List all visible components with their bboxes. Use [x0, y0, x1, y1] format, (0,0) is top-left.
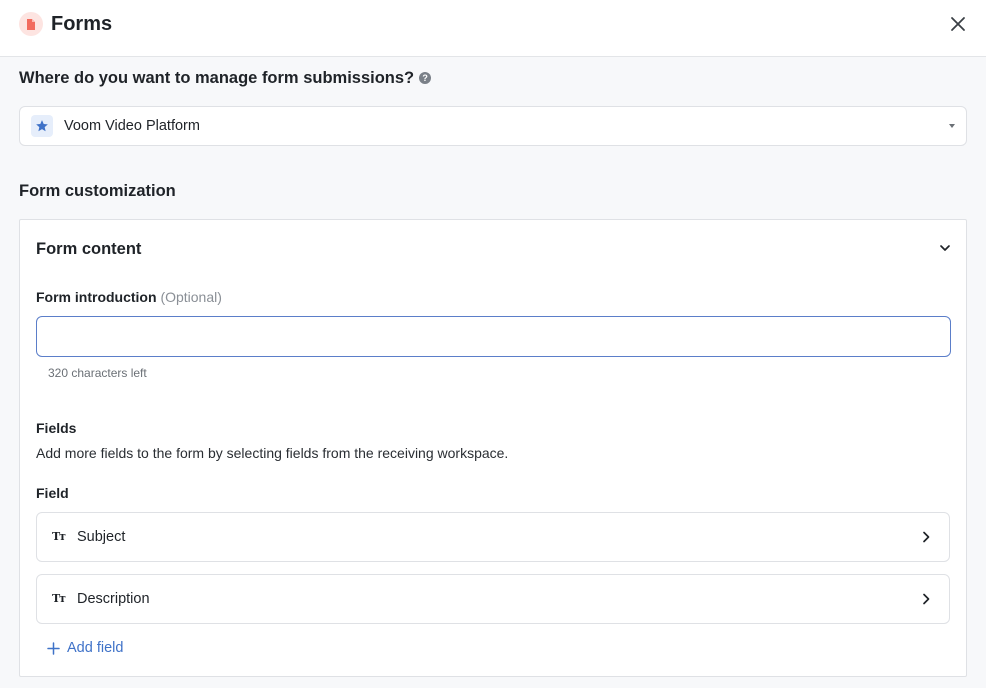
question-text: Where do you want to manage form submiss…: [19, 69, 415, 87]
text-type-icon: Tт: [52, 530, 66, 543]
text-type-icon: Tт: [52, 592, 66, 605]
close-icon[interactable]: [949, 15, 967, 33]
star-icon: [31, 115, 53, 137]
field-row-subject[interactable]: Tт Subject: [36, 512, 950, 562]
document-icon: [19, 12, 43, 36]
intro-label-text: Form introduction: [36, 289, 157, 305]
panel-title: Form content: [36, 240, 142, 258]
field-label: Field: [36, 485, 69, 501]
fields-title: Fields: [36, 420, 77, 436]
chevron-down-icon[interactable]: [938, 241, 952, 255]
form-content-panel: Form content Form introduction (Optional…: [19, 219, 967, 677]
workspace-select[interactable]: Voom Video Platform: [19, 106, 967, 146]
workspace-select-value: Voom Video Platform: [64, 118, 200, 134]
chevron-down-icon: [949, 124, 955, 128]
add-field-label: Add field: [67, 640, 124, 656]
help-icon[interactable]: ?: [419, 72, 432, 84]
field-name: Subject: [77, 529, 126, 545]
fields-description: Add more fields to the form by selecting…: [36, 445, 509, 461]
modal-header: Forms: [0, 0, 986, 57]
chevron-right-icon: [919, 592, 933, 606]
intro-input[interactable]: [36, 316, 951, 357]
plus-icon: [47, 641, 60, 655]
field-name: Description: [77, 591, 150, 607]
optional-tag: (Optional): [160, 289, 222, 305]
modal-title: Forms: [51, 13, 113, 35]
chevron-right-icon: [919, 530, 933, 544]
intro-label: Form introduction (Optional): [36, 288, 222, 306]
section-title: Form customization: [19, 182, 176, 200]
add-field-button[interactable]: Add field: [47, 640, 123, 656]
character-counter: 320 characters left: [48, 366, 147, 380]
destination-question: Where do you want to manage form submiss…: [19, 68, 432, 88]
field-row-description[interactable]: Tт Description: [36, 574, 950, 624]
